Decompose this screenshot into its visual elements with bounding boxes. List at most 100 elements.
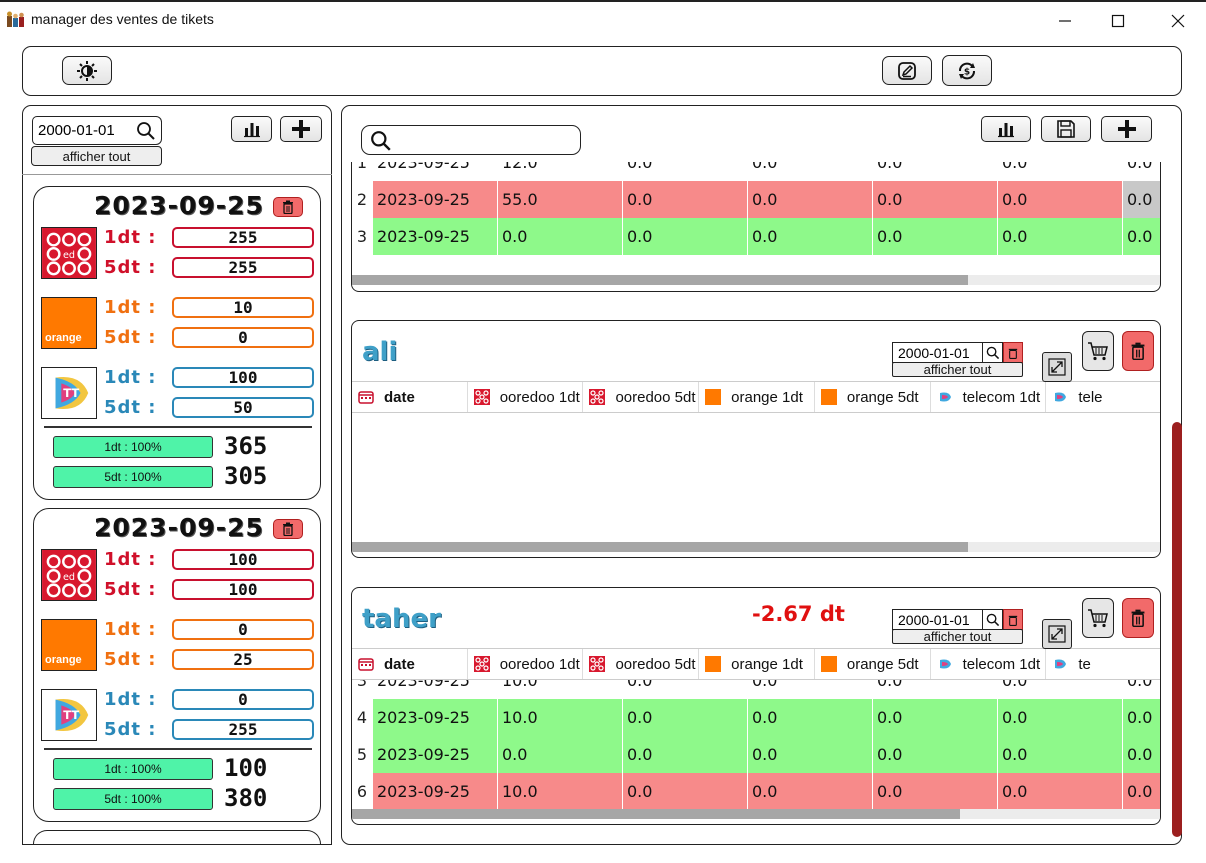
ali-expand-button[interactable] (1042, 352, 1072, 382)
left-add-button[interactable] (280, 116, 322, 142)
vertical-scrollbar[interactable] (1172, 422, 1182, 837)
horizontal-scrollbar[interactable] (352, 809, 960, 819)
table-row[interactable]: 1 2023-09-25 12.0 0.0 0.0 0.0 0.0 0.0 (352, 162, 1160, 181)
table-row[interactable]: 2 2023-09-25 55.0 0.0 0.0 0.0 0.0 0.0 (352, 181, 1160, 218)
header-telecom-1dt[interactable]: telecom 1dt (931, 382, 1047, 412)
orange-5dt-value[interactable]: 0 (172, 327, 314, 348)
taher-date-input[interactable]: 2000-01-01 (892, 609, 983, 630)
ali-delete-button[interactable] (1122, 331, 1154, 371)
card-delete-button[interactable] (273, 197, 303, 217)
seller-section-partial: 1 2023-09-25 12.0 0.0 0.0 0.0 0.0 0.0 2 … (351, 162, 1161, 292)
taher-show-all-button[interactable]: afficher tout (892, 629, 1023, 644)
ali-sell-button[interactable] (1082, 331, 1114, 371)
telecom-1dt-value[interactable]: 0 (172, 689, 314, 710)
svg-text:TT: TT (63, 386, 79, 400)
taher-expand-button[interactable] (1042, 619, 1072, 649)
ali-show-all-button[interactable]: afficher tout (892, 362, 1023, 377)
cell-value: 0.0 (997, 699, 1122, 736)
table-row[interactable]: 3 2023-09-25 0.0 0.0 0.0 0.0 0.0 0.0 (352, 218, 1160, 255)
taher-date-clear-button[interactable] (1003, 609, 1023, 630)
trash-icon (1131, 342, 1145, 360)
card-date: 2023-09-25 (94, 513, 264, 542)
telecom-1dt-value[interactable]: 100 (172, 367, 314, 388)
header-telecom-5dt[interactable]: tele (1046, 382, 1160, 412)
cell-value: 10.0 (497, 699, 622, 736)
ali-date-input[interactable]: 2000-01-01 (892, 342, 983, 363)
right-add-button[interactable] (1101, 116, 1152, 142)
orange-1dt-value[interactable]: 10 (172, 297, 314, 318)
left-stats-button[interactable] (231, 116, 272, 142)
header-label: ooredoo 5dt (615, 655, 696, 673)
tunisie-telecom-logo (1055, 392, 1067, 402)
orange-5dt-label: 5dt : (104, 327, 157, 348)
header-label: orange 1dt (731, 655, 803, 673)
refresh-balance-button[interactable]: $ (942, 55, 992, 86)
telecom-5dt-label: 5dt : (104, 719, 157, 740)
table-row[interactable]: 4 2023-09-25 10.0 0.0 0.0 0.0 0.0 0.0 (352, 699, 1160, 736)
trash-icon (1008, 615, 1018, 626)
row-index: 4 (356, 708, 368, 727)
orange-5dt-value[interactable]: 25 (172, 649, 314, 670)
cell-value: 0.0 (872, 162, 997, 181)
table-row[interactable]: 5 2023-09-25 0.0 0.0 0.0 0.0 0.0 0.0 (352, 736, 1160, 773)
cell-value: 0.0 (872, 773, 997, 810)
cell-value: 0.0 (747, 181, 872, 218)
ooredoo-1dt-label: 1dt : (104, 549, 157, 570)
edit-button[interactable] (882, 56, 932, 85)
header-ooredoo-1dt[interactable]: ooredoo 1dt (468, 382, 584, 412)
card-date: 2023-09-25 (94, 191, 264, 220)
header-ooredoo-1dt[interactable]: ooredoo 1dt (468, 649, 584, 679)
seller-search-input[interactable] (361, 125, 581, 155)
header-label: ooredoo 5dt (615, 388, 696, 406)
taher-delete-button[interactable] (1122, 598, 1154, 638)
taher-search-button[interactable] (983, 609, 1003, 630)
minimize-button[interactable] (1045, 8, 1085, 34)
orange-logo-text: orange (45, 332, 82, 344)
ooredoo-5dt-value[interactable]: 100 (172, 579, 314, 600)
left-search-button[interactable] (131, 116, 162, 145)
cell-value: 0.0 (872, 181, 997, 218)
table-row[interactable]: 6 2023-09-25 10.0 0.0 0.0 0.0 0.0 0.0 (352, 773, 1160, 810)
ooredoo-5dt-value[interactable]: 255 (172, 257, 314, 278)
header-orange-1dt[interactable]: orange 1dt (699, 382, 815, 412)
ooredoo-logo: ed (41, 227, 97, 279)
ali-search-button[interactable] (983, 342, 1003, 363)
ooredoo-1dt-value[interactable]: 255 (172, 227, 314, 248)
orange-1dt-value[interactable]: 0 (172, 619, 314, 640)
cell-value: 0.0 (997, 218, 1122, 255)
header-ooredoo-5dt[interactable]: ooredoo 5dt (583, 649, 700, 679)
header-orange-5dt[interactable]: orange 5dt (815, 382, 931, 412)
tunisie-telecom-logo: TT (41, 689, 97, 741)
header-telecom-1dt[interactable]: telecom 1dt (931, 649, 1047, 679)
tunisie-telecom-logo (939, 659, 951, 669)
header-label: tele (1078, 388, 1103, 406)
ooredoo-1dt-value[interactable]: 100 (172, 549, 314, 570)
telecom-5dt-value[interactable]: 255 (172, 719, 314, 740)
header-orange-5dt[interactable]: orange 5dt (815, 649, 931, 679)
cell-value: 0.0 (747, 773, 872, 810)
cell-date: 2023-09-25 (372, 181, 497, 218)
header-telecom-5dt[interactable]: te (1046, 649, 1160, 679)
right-stats-button[interactable] (981, 116, 1031, 142)
taher-sell-button[interactable] (1082, 598, 1114, 638)
theme-toggle-button[interactable] (62, 56, 112, 85)
horizontal-scrollbar[interactable] (352, 275, 968, 285)
header-date[interactable]: date (352, 649, 468, 679)
horizontal-scrollbar[interactable] (352, 542, 968, 552)
header-ooredoo-5dt[interactable]: ooredoo 5dt (583, 382, 700, 412)
header-date[interactable]: date (352, 382, 468, 412)
total-5dt: 305 (224, 462, 268, 490)
daily-card: 2023-09-25 ed 1dt : 100 5dt : 100 orange… (33, 508, 321, 822)
orange-logo: orange (41, 297, 97, 349)
card-delete-button[interactable] (273, 519, 303, 539)
cell-value: 0.0 (997, 773, 1122, 810)
left-show-all-button[interactable]: afficher tout (31, 146, 162, 166)
close-button[interactable] (1158, 8, 1198, 34)
telecom-5dt-value[interactable]: 50 (172, 397, 314, 418)
left-date-input[interactable]: 2000-01-01 (32, 116, 132, 145)
header-orange-1dt[interactable]: orange 1dt (699, 649, 815, 679)
ali-date-clear-button[interactable] (1003, 342, 1023, 363)
cell-value: 0.0 (997, 181, 1122, 218)
maximize-button[interactable] (1098, 8, 1138, 34)
save-button[interactable] (1041, 116, 1091, 142)
